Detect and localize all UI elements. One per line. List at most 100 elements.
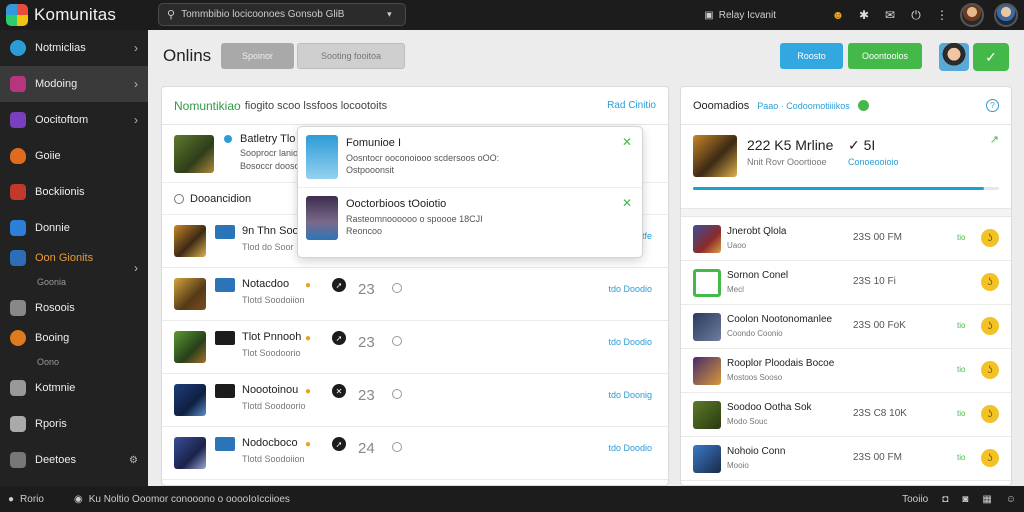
list-item[interactable]: Rooplor Ploodais Bocoe Mostoos Sooso tio… [681, 349, 1011, 393]
header-avatar[interactable] [939, 43, 969, 71]
list-item[interactable]: Noootoinou Tlotd Soodoorio ● ✕ 23 tdo Do… [162, 374, 668, 427]
popup-item-title: Ooctorbioos tOoiotio [346, 198, 447, 210]
grid-icon[interactable]: ▦ [982, 494, 991, 505]
panel-link[interactable]: Rad Cinitio [607, 100, 656, 111]
list-item[interactable]: Notacdoo Tlotd Soodoiion ● ➚ 23 tdo Dood… [162, 268, 668, 321]
close-icon[interactable]: ✕ [622, 135, 632, 149]
orb-icon [10, 329, 26, 346]
item-stats: 23S 00 FM [853, 452, 902, 463]
item-tag: tio [957, 365, 966, 374]
emoji-icon[interactable]: ʖ [981, 449, 999, 467]
sidebar-item-oocitoftom[interactable]: Oocitoftom › [0, 102, 148, 138]
item-subtitle: Tlotd Soodoiion [242, 295, 305, 305]
confirm-check-button[interactable]: ✓ [973, 43, 1009, 71]
sidebar-item-kotmnie[interactable]: Kotmnie [0, 370, 148, 406]
search-bar[interactable]: ⚲ ▾ [158, 3, 406, 26]
sidebar: Notmiclias › Modoing › Oocitoftom › Goii… [0, 30, 148, 486]
status-bar: ● Rorio ◉ Ku Noltio Ooomor conooono o oo… [0, 486, 1024, 512]
item-count: 23 [358, 334, 375, 351]
close-icon[interactable]: ✕ [622, 196, 632, 210]
popup-item-title: Fomunioe I [346, 137, 402, 149]
right-panel-subtitle[interactable]: Paao · Codoomotiiiikos [757, 101, 850, 111]
list-item[interactable]: Soodoo Ootha Sok Modo Souc 23S C8 10K ti… [681, 393, 1011, 437]
sidebar-item-goiie[interactable]: Goiie [0, 138, 148, 174]
settings-icon [10, 452, 26, 468]
chevron-down-icon[interactable]: ▾ [387, 9, 392, 20]
sidebar-item-bockiionis[interactable]: Bockiionis [0, 174, 148, 210]
popup-item-text: Rasteomnoooooo o spoooe 18CJI [346, 214, 483, 224]
section-title: Dooancidion [190, 192, 252, 205]
item-stats: 23S 00 FoK [853, 320, 906, 331]
camera-icon[interactable]: ◘ [942, 494, 948, 505]
record-icon[interactable]: ◙ [962, 494, 968, 505]
emoji-icon[interactable]: ʖ [981, 273, 999, 291]
item-link[interactable]: tdo Doonig [608, 390, 652, 400]
roosto-button[interactable]: Roosto [780, 43, 843, 69]
chart-icon [10, 300, 26, 316]
stat-label-2: Conoeooioio [848, 157, 899, 167]
list-item[interactable]: Nohoio Conn Mooio 23S 00 FM tio ʖ [681, 437, 1011, 481]
sidebar-item-rosoois[interactable]: Rosoois [0, 290, 148, 326]
list-item[interactable]: Sornon Conel Mecl 23S 10 Fi ʖ [681, 261, 1011, 305]
achievement-icon[interactable]: ☻ [830, 8, 846, 22]
item-link[interactable]: tdo Doodio [608, 443, 652, 453]
gear-icon[interactable]: ⚙ [129, 455, 138, 466]
item-link[interactable]: tdo Doodio [608, 284, 652, 294]
emoji-icon[interactable]: ʖ [981, 405, 999, 423]
popup-item[interactable]: Ooctorbioos tOoiotio Rasteomnoooooo o sp… [298, 188, 642, 249]
emoji-icon[interactable]: ʖ [981, 317, 999, 335]
sidebar-item-label: Donnie [35, 222, 70, 234]
search-icon: ⚲ [167, 9, 176, 21]
stat-label: Nnit Rovr Ooortiooe [747, 157, 827, 167]
list-item[interactable]: Coolon Nootonomanlee Coondo Coonio 23S 0… [681, 305, 1011, 349]
help-icon[interactable]: ? [986, 99, 999, 112]
top-actions: ▣ Relay Icvanit ☻ ✱ ✉ ⏻ ⋮ [704, 2, 1018, 28]
sidebar-item-sublabel: Goonia [37, 276, 67, 287]
status-left: Rorio [20, 493, 44, 505]
status-actions: Tooiio ◘ ◙ ▦ ☺ [902, 494, 1016, 505]
friend-avatar[interactable] [994, 3, 1018, 27]
controls-button[interactable]: Ooontoolos [848, 43, 922, 69]
notifications-icon[interactable]: ✱ [856, 8, 872, 22]
popup-item-text: Oosntocr ooconoiooo scdersoos oOO: [346, 153, 500, 163]
power-icon[interactable]: ⏻ [908, 8, 924, 23]
game-thumbnail [174, 278, 206, 310]
doc-icon [10, 416, 26, 432]
badge-icon [215, 278, 235, 292]
sidebar-item-rporis[interactable]: Rporis [0, 406, 148, 442]
item-count: 24 [358, 440, 375, 457]
sidebar-item-modoing[interactable]: Modoing › [0, 66, 148, 102]
sponsor-button[interactable]: Spoinor [221, 43, 294, 69]
game-icon [10, 76, 26, 92]
featured-game-thumbnail[interactable] [693, 135, 737, 177]
emoji-icon[interactable]: ʖ [981, 229, 999, 247]
list-item[interactable]: Jnerobt Qlola Uaoo 23S 00 FM tio ʖ [681, 217, 1011, 261]
messages-icon[interactable]: ✉ [882, 8, 898, 22]
compass-icon: ➚ [332, 331, 346, 345]
popup-item[interactable]: Fomunioe I Oosntocr ooconoiooo scdersoos… [298, 127, 642, 188]
profile-icon[interactable]: ☺ [1006, 494, 1016, 505]
user-avatar[interactable] [960, 3, 984, 27]
sidebar-item-label: Oon Gionits [35, 251, 94, 264]
sidebar-item-booing[interactable]: Booing Oono [0, 326, 148, 370]
sidebar-item-notmiclias[interactable]: Notmiclias › [0, 30, 148, 66]
sidebar-item-label: Oocitoftom [35, 114, 89, 126]
item-name: Sornon Conel [727, 270, 789, 281]
search-input[interactable] [181, 9, 382, 20]
sidebar-item-donnie[interactable]: Donnie [0, 210, 148, 246]
item-link[interactable]: tdo Doodio [608, 337, 652, 347]
game-thumbnail [693, 269, 721, 297]
sorting-dropdown[interactable]: Sooting fooitoa [297, 43, 405, 69]
controller-icon [10, 184, 26, 200]
item-desc: Mooio [727, 461, 749, 470]
expand-icon[interactable]: ↗ [990, 133, 999, 146]
sidebar-item-oon-gionits[interactable]: Oon Gionits › Goonia [0, 246, 148, 290]
list-item[interactable]: Nodocboco Tlotd Soodoiion ● ➚ 24 tdo Doo… [162, 427, 668, 480]
top-status[interactable]: ▣ Relay Icvanit [704, 10, 776, 21]
sidebar-item-deetoes[interactable]: Deetoes ⚙ [0, 442, 148, 478]
emoji-icon[interactable]: ʖ [981, 361, 999, 379]
list-item[interactable]: Tlot Pnnooh Tlot Soodoorio ● ➚ 23 tdo Do… [162, 321, 668, 374]
menu-icon[interactable]: ⋮ [934, 8, 950, 22]
item-stats: 23S 10 Fi [853, 276, 896, 287]
app-logo[interactable]: Komunitas [6, 4, 116, 26]
